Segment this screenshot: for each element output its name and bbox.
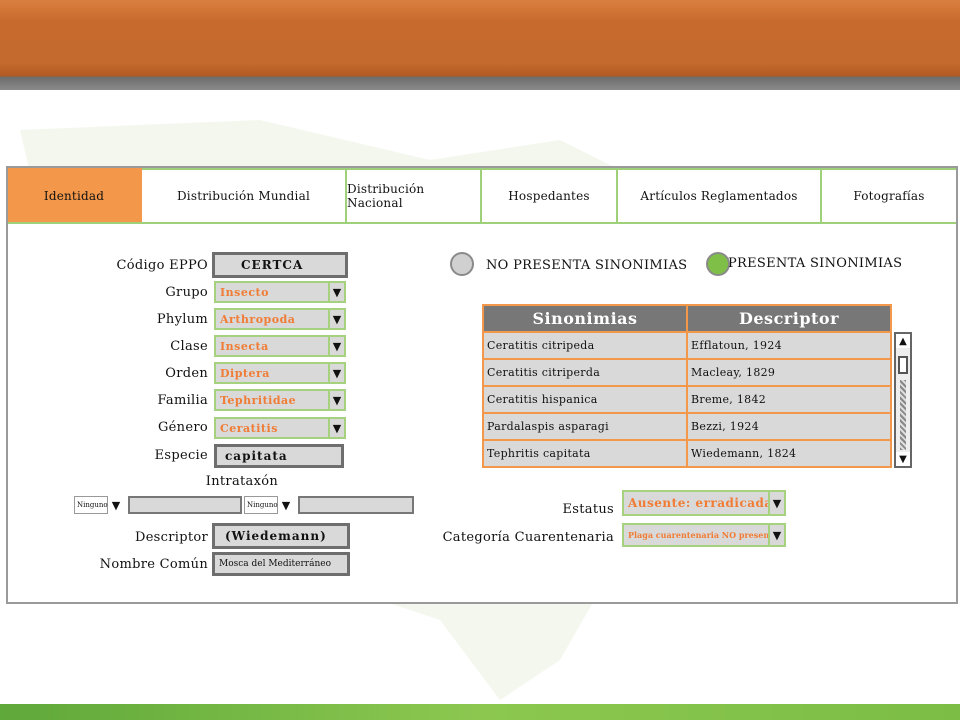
descriptor-label: Descriptor: [134, 530, 208, 545]
orden-value: Diptera: [214, 362, 330, 384]
tab-bar: Identidad Distribución Mundial Distribuc…: [8, 168, 956, 224]
clase-select[interactable]: Insecta ▼: [214, 335, 346, 357]
table-row[interactable]: Ceratitis citripeda Efflatoun, 1924: [482, 331, 892, 360]
tab-distribucion-nacional[interactable]: Distribución Nacional: [347, 168, 482, 222]
grupo-select[interactable]: Insecto ▼: [214, 281, 346, 303]
categoria-select[interactable]: Plaga cuarentenaria NO presente ▼: [622, 523, 786, 547]
phylum-value: Arthropoda: [214, 308, 330, 330]
descriptor-field[interactable]: (Wiedemann): [212, 523, 350, 549]
grupo-label: Grupo: [165, 285, 208, 300]
genero-select[interactable]: Ceratitis ▼: [214, 417, 346, 439]
intrataxon-input-2[interactable]: [298, 496, 414, 514]
grupo-value: Insecto: [214, 281, 330, 303]
descriptor-cell: Macleay, 1829: [686, 358, 892, 387]
presenta-sinonimias-label: PRESENTA SINONIMIAS: [728, 256, 903, 271]
tab-articulos-reglamentados[interactable]: Artículos Reglamentados: [618, 168, 822, 222]
nombre-comun-field[interactable]: Mosca del Mediterráneo: [212, 552, 350, 576]
scroll-thumb[interactable]: [898, 356, 908, 374]
header-sinonimias: Sinonimias: [482, 304, 688, 333]
tab-hospedantes[interactable]: Hospedantes: [482, 168, 618, 222]
presenta-sinonimias-radio[interactable]: [706, 252, 730, 276]
chevron-down-icon[interactable]: ▼: [770, 523, 786, 547]
chevron-down-icon[interactable]: ▼: [330, 362, 346, 384]
especie-label: Especie: [154, 448, 208, 463]
scroll-down-icon[interactable]: ▼: [896, 452, 910, 466]
clase-label: Clase: [170, 339, 208, 354]
tab-fotografias[interactable]: Fotografías: [822, 168, 956, 222]
sinonimia-cell: Pardalaspis asparagi: [482, 412, 688, 441]
intrataxon-label: Intrataxón: [205, 474, 278, 489]
intrataxon-select-1-value: Ninguno: [74, 496, 108, 514]
estatus-label: Estatus: [562, 502, 614, 517]
nombre-comun-label: Nombre Común: [99, 557, 208, 572]
table-row[interactable]: Tephritis capitata Wiedemann, 1824: [482, 439, 892, 468]
categoria-label: Categoría Cuarentenaria: [442, 530, 614, 545]
table-scrollbar[interactable]: ▲ ▼: [894, 332, 912, 468]
codigo-label: Código EPPO: [116, 258, 208, 273]
table-row[interactable]: Ceratitis citriperda Macleay, 1829: [482, 358, 892, 387]
top-banner: [0, 0, 960, 90]
descriptor-cell: Efflatoun, 1924: [686, 331, 892, 360]
descriptor-cell: Wiedemann, 1824: [686, 439, 892, 468]
familia-value: Tephritidae: [214, 389, 330, 411]
sinonimia-cell: Ceratitis citriperda: [482, 358, 688, 387]
chevron-down-icon[interactable]: ▼: [330, 417, 346, 439]
table-row[interactable]: Ceratitis hispanica Breme, 1842: [482, 385, 892, 414]
sinonimias-table: Sinonimias Descriptor Ceratitis citriped…: [482, 304, 892, 468]
descriptor-cell: Breme, 1842: [686, 385, 892, 414]
chevron-down-icon[interactable]: ▼: [278, 496, 294, 514]
intrataxon-select-2[interactable]: Ninguno ▼: [244, 496, 294, 514]
sinonimia-cell: Tephritis capitata: [482, 439, 688, 468]
descriptor-cell: Bezzi, 1924: [686, 412, 892, 441]
chevron-down-icon[interactable]: ▼: [108, 496, 124, 514]
estatus-select[interactable]: Ausente: erradicada ▼: [622, 490, 786, 516]
chevron-down-icon[interactable]: ▼: [330, 281, 346, 303]
no-sinonimias-radio[interactable]: [450, 252, 474, 276]
phylum-label: Phylum: [156, 312, 208, 327]
estatus-value: Ausente: erradicada: [622, 490, 770, 516]
bottom-strip: [0, 704, 960, 720]
tab-distribucion-mundial[interactable]: Distribución Mundial: [142, 168, 347, 222]
chevron-down-icon[interactable]: ▼: [330, 308, 346, 330]
no-sinonimias-label: NO PRESENTA SINONIMIAS: [486, 258, 688, 273]
genero-label: Género: [158, 420, 208, 435]
header-descriptor: Descriptor: [686, 304, 892, 333]
chevron-down-icon[interactable]: ▼: [330, 389, 346, 411]
categoria-value: Plaga cuarentenaria NO presente: [622, 523, 770, 547]
especie-field[interactable]: capitata: [214, 444, 344, 468]
chevron-down-icon[interactable]: ▼: [330, 335, 346, 357]
familia-label: Familia: [157, 393, 208, 408]
intrataxon-select-1[interactable]: Ninguno ▼: [74, 496, 124, 514]
species-panel: Identidad Distribución Mundial Distribuc…: [6, 166, 958, 604]
genero-value: Ceratitis: [214, 417, 330, 439]
phylum-select[interactable]: Arthropoda ▼: [214, 308, 346, 330]
codigo-field[interactable]: CERTCA: [212, 252, 348, 278]
intrataxon-input-1[interactable]: [128, 496, 242, 514]
sinonimia-cell: Ceratitis citripeda: [482, 331, 688, 360]
scroll-track[interactable]: [900, 380, 906, 450]
table-header-row: Sinonimias Descriptor: [482, 304, 892, 333]
tab-identidad[interactable]: Identidad: [8, 168, 142, 222]
sinonimia-cell: Ceratitis hispanica: [482, 385, 688, 414]
orden-select[interactable]: Diptera ▼: [214, 362, 346, 384]
clase-value: Insecta: [214, 335, 330, 357]
banner-highlight: [0, 0, 960, 22]
familia-select[interactable]: Tephritidae ▼: [214, 389, 346, 411]
chevron-down-icon[interactable]: ▼: [770, 490, 786, 516]
intrataxon-select-2-value: Ninguno: [244, 496, 278, 514]
scroll-up-icon[interactable]: ▲: [896, 334, 910, 348]
table-row[interactable]: Pardalaspis asparagi Bezzi, 1924: [482, 412, 892, 441]
orden-label: Orden: [165, 366, 208, 381]
